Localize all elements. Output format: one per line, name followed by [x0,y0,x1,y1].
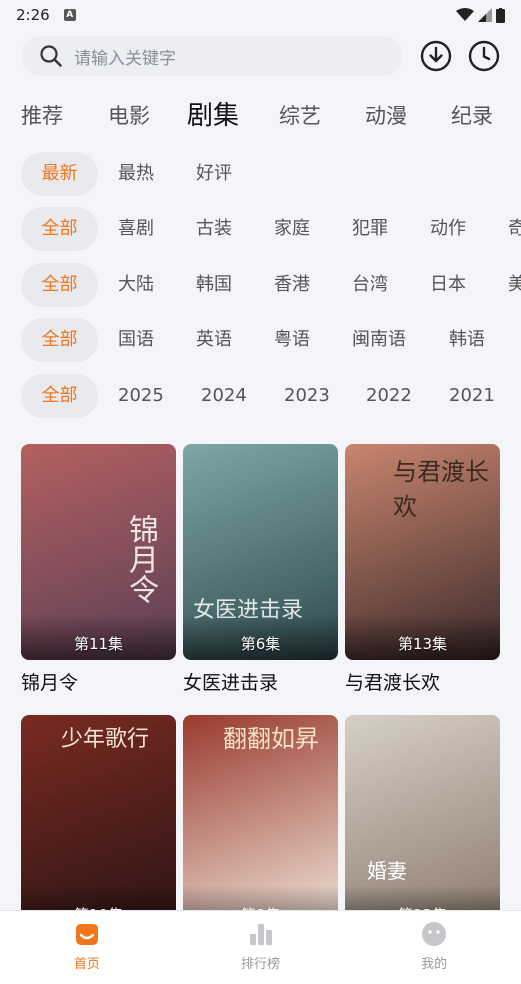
language-chip[interactable]: 韩语 [449,318,485,362]
show-card[interactable]: 少年歌行 第10集 [21,715,176,931]
notification-a-icon: A [63,9,76,21]
region-chip[interactable]: 韩国 [196,263,232,307]
nav-ranking[interactable]: 排行榜 [174,911,348,984]
status-indicators [456,7,505,23]
search-input[interactable]: 请输入关键字 [22,36,402,76]
poster-title-art: 婚妻 [367,859,407,883]
sort-chip-top-rated[interactable]: 好评 [196,152,232,196]
genre-chip[interactable]: 家庭 [274,207,310,251]
history-clock-icon[interactable] [468,40,500,72]
bottom-nav: 首页 排行榜 我的 [0,910,521,984]
download-icon[interactable] [420,40,452,72]
show-poster: 女医进击录 第6集 [183,444,338,660]
wifi-icon [456,8,474,21]
sort-filter-row: 最新 最热 好评 [0,152,521,196]
nav-home[interactable]: 首页 [0,911,174,984]
show-title: 锦月令 [21,672,79,694]
show-poster: 与君渡长欢 第13集 [345,444,500,660]
language-chip[interactable]: 英语 [196,318,232,362]
profile-icon [422,922,447,946]
region-chip[interactable]: 日本 [430,263,466,307]
poster-title-art: 与君渡长欢 [393,458,489,521]
region-chip[interactable]: 美 [508,263,521,307]
show-card[interactable]: 婚妻 第23集 [345,715,500,931]
sort-chip-latest[interactable]: 最新 [21,152,98,196]
search-row: 请输入关键字 [22,36,512,76]
year-chip-all[interactable]: 全部 [21,374,98,418]
language-chip[interactable]: 国语 [118,318,154,362]
show-title: 女医进击录 [183,672,279,694]
poster-title-art: 锦月令 [123,514,158,604]
show-card[interactable]: 翻翻如昇 第8集 [183,715,338,931]
genre-chip[interactable]: 古装 [196,207,232,251]
region-filter-row: 全部 大陆 韩国 香港 台湾 日本 美 [0,263,521,307]
nav-profile[interactable]: 我的 [347,911,521,984]
show-poster: 锦月令 第11集 [21,444,176,660]
region-chip-all[interactable]: 全部 [21,263,98,307]
home-icon [75,924,98,945]
nav-profile-label: 我的 [421,957,448,972]
show-poster: 少年歌行 第10集 [21,715,176,931]
sort-chip-hottest[interactable]: 最热 [118,152,154,196]
year-chip[interactable]: 2021 [449,374,495,418]
language-chip[interactable]: 粤语 [274,318,310,362]
nav-home-label: 首页 [73,957,100,972]
poster-title-art: 翻翻如昇 [223,725,319,753]
tab-movies[interactable]: 电影 [108,96,150,136]
year-chip[interactable]: 2025 [118,374,164,418]
show-title: 与君渡长欢 [345,672,441,694]
year-chip[interactable]: 2023 [284,374,330,418]
status-bar: 2:26 A [0,0,521,30]
battery-icon [496,7,505,23]
tab-series[interactable]: 剧集 [187,96,239,136]
genre-chip[interactable]: 喜剧 [118,207,154,251]
year-chip[interactable]: 2022 [366,374,412,418]
show-card[interactable]: 女医进击录 第6集 女医进击录 [183,444,338,695]
year-filter-row: 全部 2025 2024 2023 2022 2021 [0,374,521,418]
status-time: 2:26 [16,6,50,24]
genre-chip-all[interactable]: 全部 [21,207,98,251]
genre-chip[interactable]: 动作 [430,207,466,251]
search-icon [40,45,62,67]
tab-variety[interactable]: 综艺 [279,96,321,136]
tab-recommend[interactable]: 推荐 [21,96,63,136]
signal-icon [478,8,492,22]
language-filter-row: 全部 国语 英语 粤语 闽南语 韩语 [0,318,521,362]
show-card[interactable]: 锦月令 第11集 锦月令 [21,444,176,695]
region-chip[interactable]: 香港 [274,263,310,307]
episode-badge: 第11集 [73,635,124,653]
genre-chip[interactable]: 犯罪 [352,207,388,251]
region-chip[interactable]: 大陆 [118,263,154,307]
nav-ranking-label: 排行榜 [241,957,281,972]
show-poster: 翻翻如昇 第8集 [183,715,338,931]
poster-title-art: 少年歌行 [61,727,150,752]
language-chip-all[interactable]: 全部 [21,318,98,362]
genre-chip[interactable]: 奇 [508,207,521,251]
show-card[interactable]: 与君渡长欢 第13集 与君渡长欢 [345,444,500,695]
episode-badge: 第13集 [397,635,448,653]
search-placeholder: 请输入关键字 [74,48,176,69]
tab-documentary[interactable]: 纪录 [451,96,493,136]
year-chip[interactable]: 2024 [201,374,247,418]
region-chip[interactable]: 台湾 [352,263,388,307]
show-poster: 婚妻 第23集 [345,715,500,931]
genre-filter-row: 全部 喜剧 古装 家庭 犯罪 动作 奇 [0,207,521,251]
bar-chart-icon [249,924,272,945]
episode-badge: 第6集 [240,635,281,653]
tab-anime[interactable]: 动漫 [365,96,407,136]
language-chip[interactable]: 闽南语 [352,318,406,362]
category-tabs: 推荐 电影 剧集 综艺 动漫 纪录 [0,96,521,136]
